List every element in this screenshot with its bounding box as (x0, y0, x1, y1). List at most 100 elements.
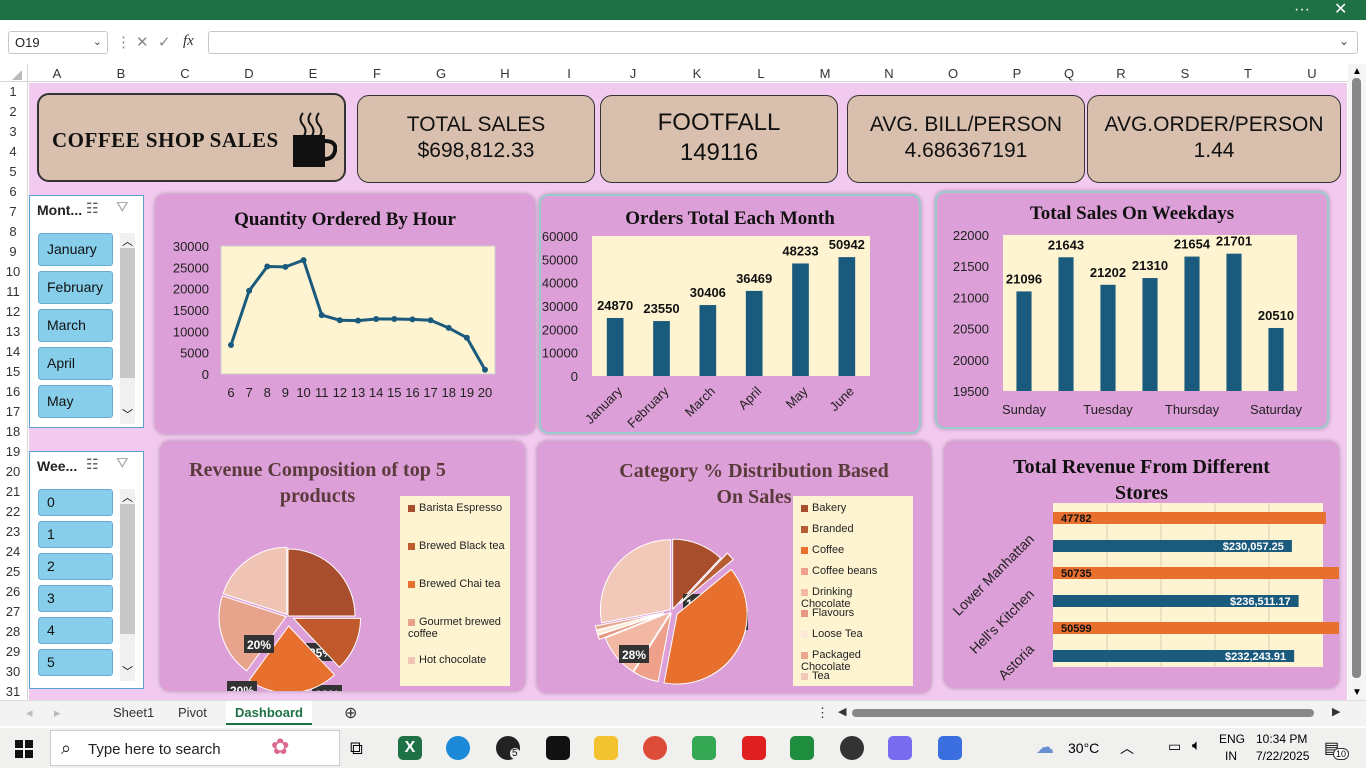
row-header[interactable]: 14 (0, 344, 26, 359)
slicer-item[interactable]: March (38, 309, 113, 342)
slicer-item[interactable]: April (38, 347, 113, 380)
row-header[interactable]: 24 (0, 544, 26, 559)
file-explorer-icon[interactable] (594, 736, 618, 760)
chevron-down-icon[interactable]: ⌄ (93, 32, 102, 53)
row-header[interactable]: 8 (0, 224, 26, 239)
close-icon[interactable]: ✕ (1334, 0, 1347, 20)
slicer-scrollbar[interactable]: ︿ ﹀ (120, 233, 135, 424)
taskbar-search[interactable]: ⌕ Type here to search ✿ (50, 730, 340, 766)
chatgpt-icon[interactable] (546, 736, 570, 760)
expand-icon[interactable]: ⌄ (1339, 34, 1349, 48)
row-header[interactable]: 16 (0, 384, 26, 399)
column-header[interactable]: B (111, 66, 131, 81)
column-header[interactable]: T (1238, 66, 1258, 81)
row-header[interactable]: 2 (0, 104, 26, 119)
row-header[interactable]: 3 (0, 124, 26, 139)
slicer-scrollbar[interactable]: ︿ ﹀ (120, 489, 135, 681)
store-revenue-chart[interactable]: Total Revenue From Different Stores 47782… (944, 441, 1339, 688)
column-header[interactable]: R (1111, 66, 1131, 81)
scroll-left-icon[interactable]: ◂ (26, 705, 33, 721)
clear-filter-icon[interactable]: ⛛ (116, 455, 129, 472)
youtube-icon[interactable] (742, 736, 766, 760)
multi-select-icon[interactable]: ☷ (86, 456, 99, 473)
edge-icon[interactable] (446, 736, 470, 760)
row-header[interactable]: 13 (0, 324, 26, 339)
weather-icon[interactable]: ☁ (1036, 737, 1054, 758)
column-header[interactable]: E (303, 66, 323, 81)
slicer-item[interactable]: 4 (38, 617, 113, 644)
tab-sheet1[interactable]: Sheet1 (113, 705, 154, 720)
clear-filter-icon[interactable]: ⛛ (116, 199, 129, 216)
row-header[interactable]: 7 (0, 204, 26, 219)
row-header[interactable]: 10 (0, 264, 26, 279)
row-header[interactable]: 12 (0, 304, 26, 319)
row-header[interactable]: 21 (0, 484, 26, 499)
copilot-icon[interactable] (888, 736, 912, 760)
slicer-item[interactable]: February (38, 271, 113, 304)
column-header[interactable]: O (943, 66, 963, 81)
row-header[interactable]: 5 (0, 164, 26, 179)
horizontal-scrollbar[interactable] (852, 709, 1314, 717)
weather-temp[interactable]: 30°C (1068, 740, 1099, 756)
column-header[interactable]: D (239, 66, 259, 81)
network-icon[interactable]: ▭ (1168, 738, 1181, 755)
row-header[interactable]: 18 (0, 424, 26, 439)
row-header[interactable]: 29 (0, 644, 26, 659)
tab-dashboard[interactable]: Dashboard (226, 701, 312, 725)
row-header[interactable]: 17 (0, 404, 26, 419)
add-sheet-icon[interactable]: ⊕ (344, 703, 357, 723)
row-header[interactable]: 25 (0, 564, 26, 579)
column-header[interactable]: C (175, 66, 195, 81)
slicer-item[interactable]: 2 (38, 553, 113, 580)
monthly-orders-chart[interactable]: Orders Total Each Month 60000 50000 40000 30… (539, 194, 921, 434)
row-header[interactable]: 26 (0, 584, 26, 599)
chrome-icon[interactable] (643, 736, 667, 760)
task-view-icon[interactable]: ⧉ (350, 738, 363, 759)
windows-start-icon[interactable] (15, 740, 33, 758)
more-icon[interactable]: ⋮ (816, 705, 829, 721)
cancel-icon[interactable]: ✕ (136, 33, 149, 51)
scroll-right-icon[interactable]: ▸ (54, 705, 61, 721)
whatsapp-icon[interactable]: 5 (496, 736, 520, 760)
select-all[interactable] (0, 64, 28, 82)
slicer-item[interactable]: 5 (38, 649, 113, 676)
column-header[interactable]: S (1175, 66, 1195, 81)
revenue-composition-chart[interactable]: Revenue Composition of top 5 products 25%… (160, 441, 525, 691)
column-header[interactable]: G (431, 66, 451, 81)
column-header[interactable]: N (879, 66, 899, 81)
tray-chevron-icon[interactable]: ︿ (1120, 738, 1134, 758)
clock-time[interactable]: 10:34 PM (1256, 732, 1307, 746)
function-icon[interactable]: fx (183, 33, 194, 50)
row-header[interactable]: 1 (0, 84, 26, 99)
slicer-item[interactable]: 3 (38, 585, 113, 612)
row-header[interactable]: 31 (0, 684, 26, 699)
row-header[interactable]: 4 (0, 144, 26, 159)
row-header[interactable]: 19 (0, 444, 26, 459)
slicer-item[interactable]: 1 (38, 521, 113, 548)
category-distribution-chart[interactable]: Category % Distribution Based On Sales12… (537, 441, 931, 693)
more-options-icon[interactable]: ··· (1294, 0, 1310, 20)
lang-in[interactable]: IN (1225, 749, 1237, 763)
column-header[interactable]: P (1007, 66, 1027, 81)
hourly-quantity-chart[interactable]: Quantity Ordered By Hour 30000 25000 20000 1… (155, 194, 535, 434)
column-header[interactable]: F (367, 66, 387, 81)
vertical-scrollbar[interactable]: ▲ ▼ (1348, 64, 1366, 700)
docs-icon[interactable] (938, 736, 962, 760)
row-header[interactable]: 27 (0, 604, 26, 619)
row-header[interactable]: 20 (0, 464, 26, 479)
column-header[interactable]: A (47, 66, 67, 81)
lang-eng[interactable]: ENG (1219, 732, 1245, 746)
formula-input[interactable]: ⌄ (208, 31, 1358, 54)
row-header[interactable]: 11 (0, 284, 26, 299)
column-header[interactable]: I (559, 66, 579, 81)
volume-icon[interactable]: 🔈︎ (1192, 737, 1201, 754)
column-header[interactable]: J (623, 66, 643, 81)
column-header[interactable]: K (687, 66, 707, 81)
excel-icon[interactable]: X (398, 736, 422, 760)
row-header[interactable]: 23 (0, 524, 26, 539)
drive-icon[interactable] (692, 736, 716, 760)
enter-icon[interactable]: ✓ (158, 33, 171, 51)
classroom-icon[interactable] (790, 736, 814, 760)
name-box[interactable]: O19 ⌄ (8, 31, 108, 54)
row-header[interactable]: 6 (0, 184, 26, 199)
